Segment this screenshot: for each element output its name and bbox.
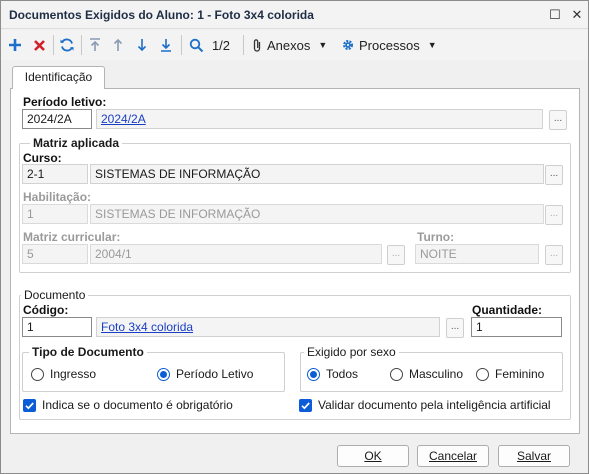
dialog-window: Documentos Exigidos do Aluno: 1 - Foto 3… [0, 0, 589, 474]
documento-link[interactable]: Foto 3x4 colorida [101, 320, 193, 334]
attachment-icon [253, 38, 261, 52]
radio-indicator [157, 367, 170, 381]
salvar-button[interactable]: Salvar [498, 445, 570, 467]
tipo-documento-title: Tipo de Documento [29, 345, 147, 359]
periodo-lookup-button[interactable]: ... [549, 110, 567, 130]
periodo-label: Período letivo: [23, 95, 107, 109]
quantidade-label: Quantidade: [472, 303, 543, 317]
last-record-button[interactable] [156, 34, 176, 56]
radio-ingresso[interactable]: Ingresso [31, 367, 96, 381]
codigo-label: Código: [23, 303, 69, 317]
processos-menu[interactable]: Processos ▼ [341, 34, 441, 56]
delete-button[interactable] [29, 34, 49, 56]
exigido-sexo-title: Exigido por sexo [304, 345, 399, 359]
radio-todos[interactable]: Todos [307, 367, 358, 381]
turno-lookup-button: ... [545, 245, 563, 265]
previous-record-button[interactable] [108, 34, 128, 56]
checkbox-checked-icon [299, 398, 312, 412]
matriz-lookup-button: ... [387, 245, 405, 265]
next-record-icon [137, 39, 147, 52]
obrigatorio-checkbox[interactable]: Indica se o documento é obrigatório [23, 398, 233, 412]
ok-label: OK [364, 449, 382, 463]
radio-masculino-label: Masculino [409, 367, 464, 381]
toolbar-separator [81, 35, 82, 55]
page-indicator: 1/2 [209, 34, 233, 56]
curso-name-field[interactable]: SISTEMAS DE INFORMAÇÃO [90, 164, 544, 184]
obrigatorio-label: Indica se o documento é obrigatório [42, 398, 233, 412]
salvar-label: Salvar [516, 449, 551, 463]
curso-code-field[interactable]: 2-1 [22, 164, 88, 184]
periodo-name-field[interactable]: 2024/2A [96, 109, 543, 129]
refresh-icon [60, 38, 74, 52]
refresh-button[interactable] [57, 34, 77, 56]
radio-indicator [390, 367, 403, 381]
gear-icon [343, 40, 353, 50]
curso-label: Curso: [23, 151, 62, 165]
validar-ia-label: Validar documento pela inteligência arti… [318, 398, 551, 412]
matriz-title: Matriz aplicada [30, 136, 123, 150]
habilitacao-name-field: SISTEMAS DE INFORMAÇÃO [90, 204, 544, 224]
tab-identificacao[interactable]: Identificação [12, 66, 105, 89]
add-icon [9, 39, 21, 51]
radio-ingresso-label: Ingresso [50, 367, 97, 381]
periodo-code-field[interactable]: 2024/2A [22, 109, 92, 129]
curso-lookup-button[interactable]: ... [545, 165, 563, 185]
ok-button[interactable]: OK [337, 445, 409, 467]
habilitacao-label: Habilitação: [23, 190, 92, 204]
toolbar-separator [181, 35, 182, 55]
cancelar-label: Cancelar [428, 449, 478, 463]
close-button[interactable]: ✕ [567, 5, 587, 25]
page-indicator-text: 1/2 [211, 37, 231, 53]
processos-label: Processos [359, 37, 420, 53]
cancelar-button[interactable]: Cancelar [417, 445, 489, 467]
first-record-button[interactable] [85, 34, 105, 56]
codigo-field[interactable]: 1 [22, 317, 92, 337]
delete-icon [33, 39, 45, 51]
matriz-code-field: 5 [22, 244, 88, 264]
search-button[interactable] [185, 34, 207, 56]
periodo-link[interactable]: 2024/2A [101, 112, 146, 126]
anexos-label: Anexos [267, 37, 311, 53]
radio-masculino[interactable]: Masculino [390, 367, 463, 381]
radio-todos-label: Todos [326, 367, 359, 381]
last-record-icon [161, 39, 171, 52]
radio-indicator [31, 367, 44, 381]
toolbar-separator [53, 35, 54, 55]
toolbar: 1/2 Anexos ▼ Processos ▼ [1, 30, 588, 60]
matriz-name-field: 2004/1 [90, 244, 382, 264]
quantidade-field[interactable]: 1 [471, 317, 562, 337]
radio-periodo-letivo[interactable]: Período Letivo [157, 367, 253, 381]
habilitacao-lookup-button: ... [545, 205, 563, 225]
title-bar: Documentos Exigidos do Aluno: 1 - Foto 3… [1, 1, 588, 29]
next-record-button[interactable] [132, 34, 152, 56]
radio-feminino[interactable]: Feminino [476, 367, 544, 381]
radio-periodo-letivo-label: Período Letivo [176, 367, 254, 381]
chevron-down-icon: ▼ [427, 40, 437, 50]
first-record-icon [90, 38, 100, 51]
matriz-curricular-label: Matriz curricular: [23, 230, 121, 244]
window-title: Documentos Exigidos do Aluno: 1 - Foto 3… [9, 8, 314, 22]
tab-panel: Período letivo: 2024/2A 2024/2A ... Matr… [10, 88, 580, 434]
radio-indicator [307, 367, 320, 381]
chevron-down-icon: ▼ [318, 40, 328, 50]
previous-record-icon [113, 38, 123, 51]
radio-indicator [476, 367, 489, 381]
documento-lookup-button[interactable]: ... [446, 318, 464, 338]
maximize-button[interactable]: ☐ [545, 5, 565, 25]
add-button[interactable] [5, 34, 25, 56]
validar-ia-checkbox[interactable]: Validar documento pela inteligência arti… [299, 398, 551, 412]
turno-label: Turno: [417, 230, 455, 244]
habilitacao-code-field: 1 [22, 204, 88, 224]
checkbox-checked-icon [23, 398, 36, 412]
documento-name-field[interactable]: Foto 3x4 colorida [96, 317, 440, 337]
search-icon [189, 38, 203, 52]
turno-field: NOITE [415, 244, 539, 264]
radio-feminino-label: Feminino [495, 367, 545, 381]
documento-title: Documento [21, 288, 89, 302]
anexos-menu[interactable]: Anexos ▼ [251, 34, 329, 56]
toolbar-separator [243, 35, 244, 55]
